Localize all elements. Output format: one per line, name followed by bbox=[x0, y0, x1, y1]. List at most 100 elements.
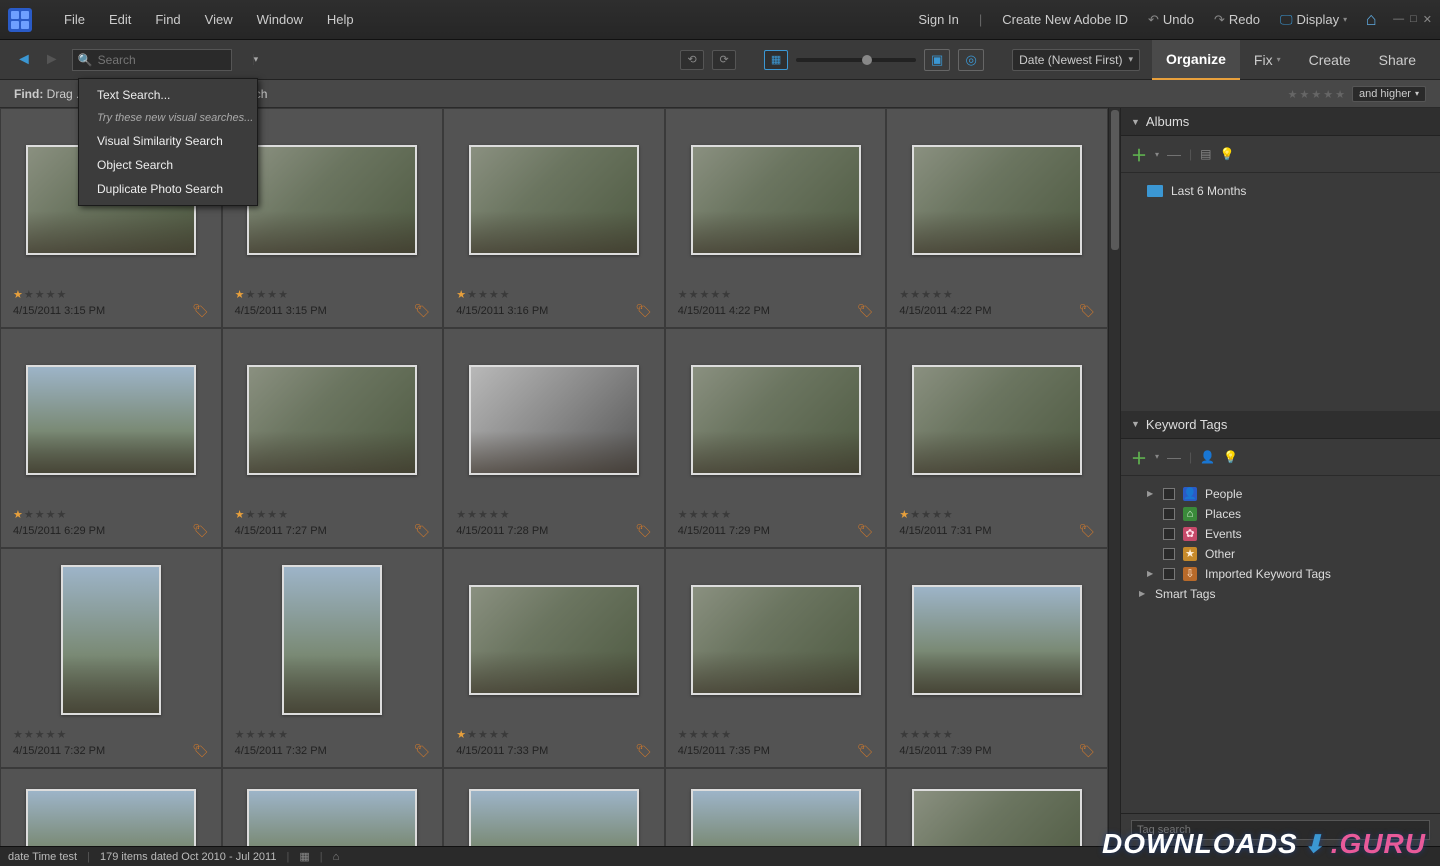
nav-forward-button[interactable]: ► bbox=[38, 51, 66, 69]
thumbnail-cell[interactable]: ★★★★★4/15/2011 6:29 PM🏷 bbox=[0, 328, 222, 548]
menu-visual-similarity[interactable]: Visual Similarity Search bbox=[79, 129, 257, 153]
tab-fix[interactable]: Fix▾ bbox=[1240, 40, 1295, 80]
window-maximize-button[interactable]: □ bbox=[1410, 13, 1417, 26]
star-rating[interactable]: ★★★★★ bbox=[678, 287, 874, 301]
thumbnail-image[interactable] bbox=[282, 565, 382, 715]
grid-view-button[interactable]: ▦ bbox=[764, 50, 788, 70]
status-icon-1[interactable]: ▦ bbox=[299, 850, 309, 863]
thumbnail-image[interactable] bbox=[469, 585, 639, 695]
rotate-right-button[interactable]: ⟳ bbox=[712, 50, 736, 70]
thumbnail-cell[interactable]: ★★★★★4/15/2011 4:22 PM🏷 bbox=[665, 108, 887, 328]
star-rating[interactable]: ★★★★★ bbox=[678, 727, 874, 741]
tab-share[interactable]: Share bbox=[1365, 40, 1430, 80]
menu-help[interactable]: Help bbox=[315, 6, 366, 33]
tag-smart[interactable]: ▶Smart Tags bbox=[1133, 584, 1428, 604]
display-dropdown[interactable]: 🖵Display▾ bbox=[1270, 6, 1357, 34]
thumbnail-image[interactable] bbox=[469, 145, 639, 255]
thumbnail-cell[interactable] bbox=[665, 768, 887, 846]
album-item[interactable]: Last 6 Months bbox=[1133, 181, 1428, 201]
remove-tag-button[interactable]: — bbox=[1167, 449, 1181, 465]
thumbnail-cell[interactable]: ★★★★★4/15/2011 7:29 PM🏷 bbox=[665, 328, 887, 548]
remove-album-button[interactable]: — bbox=[1167, 146, 1181, 162]
thumbnail-image[interactable] bbox=[691, 789, 861, 846]
star-rating[interactable]: ★★★★★ bbox=[235, 727, 431, 741]
thumbnail-cell[interactable]: ★★★★★4/15/2011 7:33 PM🏷 bbox=[443, 548, 665, 768]
thumbnail-image[interactable] bbox=[469, 789, 639, 846]
tab-create[interactable]: Create bbox=[1295, 40, 1365, 80]
add-album-button[interactable]: ＋ bbox=[1131, 142, 1147, 166]
nav-back-button[interactable]: ◄ bbox=[10, 51, 38, 69]
thumbnail-cell[interactable] bbox=[222, 768, 444, 846]
window-close-button[interactable]: ✕ bbox=[1423, 13, 1432, 26]
menu-window[interactable]: Window bbox=[245, 6, 315, 33]
undo-button[interactable]: ↶Undo bbox=[1138, 6, 1204, 34]
thumbnail-image[interactable] bbox=[26, 365, 196, 475]
thumbnail-image[interactable] bbox=[691, 365, 861, 475]
tag-places[interactable]: ⌂Places bbox=[1133, 504, 1428, 524]
thumbnail-cell[interactable] bbox=[443, 768, 665, 846]
add-tag-button[interactable]: ＋ bbox=[1131, 445, 1147, 469]
tag-people[interactable]: ▶👤People bbox=[1133, 484, 1428, 504]
single-view-button[interactable]: ▣ bbox=[924, 49, 950, 71]
star-rating[interactable]: ★★★★★ bbox=[456, 507, 652, 521]
window-minimize-button[interactable]: — bbox=[1393, 13, 1404, 26]
menu-edit[interactable]: Edit bbox=[97, 6, 143, 33]
star-rating[interactable]: ★★★★★ bbox=[678, 507, 874, 521]
thumbnail-image[interactable] bbox=[691, 585, 861, 695]
thumbnail-image[interactable] bbox=[247, 145, 417, 255]
edit-album-icon[interactable]: ▤ bbox=[1200, 147, 1211, 161]
menu-object-search[interactable]: Object Search bbox=[79, 153, 257, 177]
create-adobe-id-link[interactable]: Create New Adobe ID bbox=[992, 6, 1138, 33]
thumbnail-image[interactable] bbox=[26, 789, 196, 846]
thumbnail-image[interactable] bbox=[691, 145, 861, 255]
vertical-scrollbar[interactable] bbox=[1108, 108, 1120, 846]
album-hint-icon[interactable]: 💡 bbox=[1220, 147, 1235, 161]
thumbnail-cell[interactable]: ★★★★★4/15/2011 7:35 PM🏷 bbox=[665, 548, 887, 768]
star-rating[interactable]: ★★★★★ bbox=[13, 287, 209, 301]
thumbnail-image[interactable] bbox=[912, 365, 1082, 475]
search-dropdown-button[interactable]: ▾ bbox=[253, 54, 259, 65]
tag-other[interactable]: ★Other bbox=[1133, 544, 1428, 564]
star-rating[interactable]: ★★★★★ bbox=[13, 507, 209, 521]
thumbnail-image[interactable] bbox=[469, 365, 639, 475]
star-rating[interactable]: ★★★★★ bbox=[13, 727, 209, 741]
thumbnail-cell[interactable] bbox=[886, 768, 1108, 846]
thumbnail-size-slider[interactable] bbox=[796, 58, 916, 62]
rating-filter-dropdown[interactable]: and higher▾ bbox=[1352, 86, 1426, 102]
sort-order-dropdown[interactable]: Date (Newest First)▾ bbox=[1012, 49, 1140, 71]
thumbnail-cell[interactable]: ★★★★★4/15/2011 7:28 PM🏷 bbox=[443, 328, 665, 548]
thumbnail-cell[interactable]: ★★★★★4/15/2011 7:27 PM🏷 bbox=[222, 328, 444, 548]
keyword-tags-panel-header[interactable]: ▼Keyword Tags bbox=[1121, 411, 1440, 439]
star-rating[interactable]: ★★★★★ bbox=[899, 507, 1095, 521]
thumbnail-image[interactable] bbox=[912, 789, 1082, 846]
search-input[interactable] bbox=[98, 53, 253, 67]
thumbnail-cell[interactable] bbox=[0, 768, 222, 846]
star-rating[interactable]: ★★★★★ bbox=[456, 287, 652, 301]
thumbnail-cell[interactable]: ★★★★★4/15/2011 7:31 PM🏷 bbox=[886, 328, 1108, 548]
thumbnail-cell[interactable]: ★★★★★4/15/2011 3:16 PM🏷 bbox=[443, 108, 665, 328]
menu-text-search[interactable]: Text Search... bbox=[79, 83, 257, 107]
thumbnail-image[interactable] bbox=[247, 789, 417, 846]
menu-view[interactable]: View bbox=[193, 6, 245, 33]
star-rating[interactable]: ★★★★★ bbox=[235, 507, 431, 521]
face-tag-icon[interactable]: 👤 bbox=[1200, 450, 1215, 464]
menu-duplicate-search[interactable]: Duplicate Photo Search bbox=[79, 177, 257, 201]
thumbnail-image[interactable] bbox=[247, 365, 417, 475]
redo-button[interactable]: ↷Redo bbox=[1204, 6, 1270, 34]
rotate-left-button[interactable]: ⟲ bbox=[680, 50, 704, 70]
tag-hint-icon[interactable]: 💡 bbox=[1223, 450, 1238, 464]
star-rating[interactable]: ★★★★★ bbox=[899, 727, 1095, 741]
home-icon[interactable]: ⌂ bbox=[1359, 8, 1383, 32]
tab-organize[interactable]: Organize bbox=[1152, 40, 1240, 80]
albums-panel-header[interactable]: ▼Albums bbox=[1121, 108, 1440, 136]
thumbnail-cell[interactable]: ★★★★★4/15/2011 4:22 PM🏷 bbox=[886, 108, 1108, 328]
fullscreen-view-button[interactable]: ◎ bbox=[958, 49, 984, 71]
thumbnail-cell[interactable]: ★★★★★4/15/2011 7:32 PM🏷 bbox=[0, 548, 222, 768]
thumbnail-image[interactable] bbox=[912, 145, 1082, 255]
star-rating[interactable]: ★★★★★ bbox=[456, 727, 652, 741]
thumbnail-image[interactable] bbox=[912, 585, 1082, 695]
rating-filter-stars[interactable]: ★★★★★ bbox=[1287, 87, 1346, 101]
star-rating[interactable]: ★★★★★ bbox=[235, 287, 431, 301]
status-icon-2[interactable]: ⌂ bbox=[333, 851, 340, 863]
menu-find[interactable]: Find bbox=[143, 6, 192, 33]
